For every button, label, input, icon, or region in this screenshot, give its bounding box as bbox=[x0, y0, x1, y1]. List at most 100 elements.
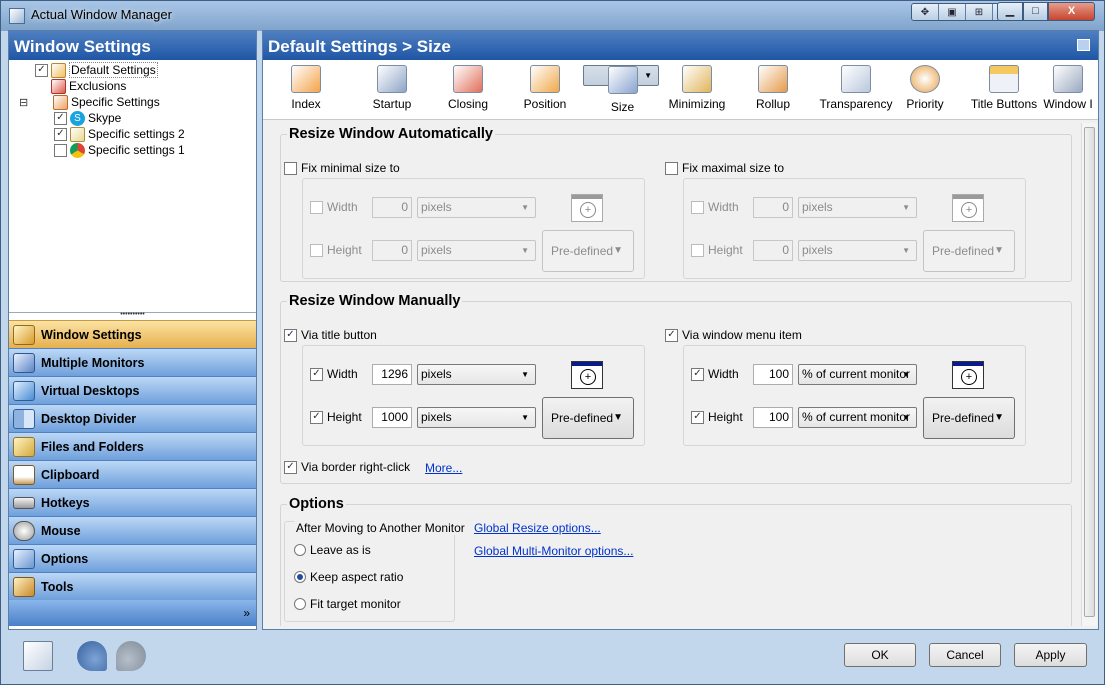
nav-multiple-monitors[interactable]: Multiple Monitors bbox=[9, 348, 256, 376]
fix-min-checkbox[interactable]: Fix minimal size to bbox=[284, 161, 400, 175]
title-width-checkbox[interactable]: ✓ Width bbox=[310, 367, 358, 381]
mouse-icon bbox=[13, 520, 35, 541]
tab-closing[interactable]: Closing bbox=[430, 65, 506, 116]
menu-height-checkbox[interactable]: ✓ Height bbox=[691, 410, 743, 424]
nav-mouse[interactable]: Mouse bbox=[9, 516, 256, 544]
tree-checkbox[interactable] bbox=[54, 143, 67, 157]
max-size-target-icon[interactable]: + bbox=[952, 194, 984, 222]
tab-minimizing[interactable]: Minimizing bbox=[659, 65, 735, 116]
tree-checkbox[interactable]: ✓ bbox=[35, 63, 48, 77]
tab-window-info[interactable]: Window I bbox=[1039, 65, 1097, 116]
panel-splitter[interactable]: •••••••••• bbox=[9, 311, 256, 320]
nav-desktop-divider[interactable]: Desktop Divider bbox=[9, 404, 256, 432]
width-label: Width bbox=[327, 367, 358, 381]
tree-item-default-settings[interactable]: ✓ Default Settings bbox=[35, 62, 158, 78]
tree-item-skype[interactable]: ✓ S Skype bbox=[54, 110, 121, 126]
max-width-input[interactable]: 0 bbox=[753, 197, 793, 218]
title-height-unit-select[interactable]: pixels bbox=[417, 407, 536, 428]
title-size-target-icon[interactable]: + bbox=[571, 361, 603, 389]
border-more-link[interactable]: More... bbox=[425, 461, 462, 475]
maximize-button[interactable]: □ bbox=[1023, 2, 1048, 21]
nav-window-settings[interactable]: Window Settings bbox=[9, 320, 256, 348]
undo-icon[interactable] bbox=[77, 641, 107, 671]
menu-width-checkbox[interactable]: ✓ Width bbox=[691, 367, 739, 381]
menu-size-target-icon[interactable]: + bbox=[952, 361, 984, 389]
min-width-unit-select[interactable]: pixels bbox=[417, 197, 536, 218]
min-predefined-button[interactable]: Pre-defined bbox=[542, 230, 634, 272]
min-size-target-icon[interactable]: + bbox=[571, 194, 603, 222]
radio-leave-as-is[interactable]: Leave as is bbox=[294, 543, 371, 557]
via-menu-item-checkbox[interactable]: ✓ Via window menu item bbox=[665, 328, 802, 342]
max-height-input[interactable]: 0 bbox=[753, 240, 793, 261]
title-height-input[interactable]: 1000 bbox=[372, 407, 412, 428]
radio-keep-aspect-ratio[interactable]: Keep aspect ratio bbox=[294, 570, 403, 584]
menu-width-unit-select[interactable]: % of current monitor bbox=[798, 364, 917, 385]
nav-virtual-desktops[interactable]: Virtual Desktops bbox=[9, 376, 256, 404]
tab-rollup[interactable]: Rollup bbox=[735, 65, 811, 116]
max-width-checkbox[interactable]: Width bbox=[691, 200, 739, 214]
nav-more-button[interactable]: » bbox=[9, 600, 256, 626]
caption-buttons: ▁ □ X bbox=[997, 2, 1095, 21]
tab-position[interactable]: Position bbox=[507, 65, 583, 116]
clipboard-icon bbox=[13, 464, 35, 485]
scrollbar-thumb[interactable] bbox=[1084, 127, 1095, 617]
nav-clipboard[interactable]: Clipboard bbox=[9, 460, 256, 488]
max-height-unit-select[interactable]: pixels bbox=[798, 240, 917, 261]
minimize-button[interactable]: ▁ bbox=[997, 2, 1023, 21]
tab-startup[interactable]: Startup bbox=[354, 65, 430, 116]
close-button[interactable]: X bbox=[1048, 2, 1095, 21]
collapse-icon[interactable]: ⊟ bbox=[19, 96, 33, 109]
minimize-to-tray-icon[interactable]: ▣ bbox=[939, 4, 966, 20]
title-width-unit-select[interactable]: pixels bbox=[417, 364, 536, 385]
content-scrollbar[interactable] bbox=[1081, 123, 1097, 626]
via-border-checkbox[interactable]: ✓ Via border right-click bbox=[284, 460, 410, 474]
menu-predefined-button[interactable]: Pre-defined bbox=[923, 397, 1015, 439]
menu-height-input[interactable]: 100 bbox=[753, 407, 793, 428]
tab-index[interactable]: Index bbox=[268, 65, 344, 116]
min-width-input[interactable]: 0 bbox=[372, 197, 412, 218]
tree-item-specific-settings[interactable]: ⊟ Specific Settings bbox=[19, 94, 160, 110]
redo-icon[interactable] bbox=[116, 641, 146, 671]
min-height-input[interactable]: 0 bbox=[372, 240, 412, 261]
fix-max-checkbox[interactable]: Fix maximal size to bbox=[665, 161, 784, 175]
via-title-button-checkbox[interactable]: ✓ Via title button bbox=[284, 328, 377, 342]
min-width-checkbox[interactable]: Width bbox=[310, 200, 358, 214]
max-width-unit-select[interactable]: pixels bbox=[798, 197, 917, 218]
cancel-button[interactable]: Cancel bbox=[929, 643, 1001, 667]
title-predefined-button[interactable]: Pre-defined bbox=[542, 397, 634, 439]
nav-hotkeys[interactable]: Hotkeys bbox=[9, 488, 256, 516]
tree-item-exclusions[interactable]: Exclusions bbox=[51, 78, 126, 94]
detach-panel-icon[interactable] bbox=[1077, 39, 1090, 51]
apply-button[interactable]: Apply bbox=[1014, 643, 1087, 667]
width-label: Width bbox=[708, 367, 739, 381]
global-resize-options-link[interactable]: Global Resize options... bbox=[474, 521, 601, 535]
nav-files-and-folders[interactable]: Files and Folders bbox=[9, 432, 256, 460]
title-buttons-icon bbox=[989, 65, 1019, 93]
ok-button[interactable]: OK bbox=[844, 643, 916, 667]
nav-label: Virtual Desktops bbox=[41, 383, 140, 398]
min-height-unit-select[interactable]: pixels bbox=[417, 240, 536, 261]
title-width-input[interactable]: 1296 bbox=[372, 364, 412, 385]
tab-size[interactable]: Size bbox=[583, 65, 659, 114]
tab-priority[interactable]: Priority bbox=[887, 65, 963, 116]
nav-tools[interactable]: Tools bbox=[9, 572, 256, 600]
max-height-checkbox[interactable]: Height bbox=[691, 243, 743, 257]
min-height-checkbox[interactable]: Height bbox=[310, 243, 362, 257]
title-bar[interactable]: Actual Window Manager ✥ ▣ ⊞ ⊡ ▁ □ X bbox=[1, 1, 1104, 29]
menu-width-input[interactable]: 100 bbox=[753, 364, 793, 385]
radio-fit-target-monitor[interactable]: Fit target monitor bbox=[294, 597, 401, 611]
nav-options[interactable]: Options bbox=[9, 544, 256, 572]
stay-on-top-icon[interactable]: ⊞ bbox=[966, 4, 993, 20]
tree-checkbox[interactable]: ✓ bbox=[54, 127, 67, 141]
help-icon[interactable] bbox=[23, 641, 53, 671]
global-multi-monitor-options-link[interactable]: Global Multi-Monitor options... bbox=[474, 544, 633, 558]
after-moving-title: After Moving to Another Monitor bbox=[294, 521, 467, 535]
tree-item-specific-settings-2[interactable]: ✓ Specific settings 2 bbox=[54, 126, 185, 142]
move-icon[interactable]: ✥ bbox=[912, 4, 939, 20]
menu-height-unit-select[interactable]: % of current monitor bbox=[798, 407, 917, 428]
tree-item-specific-settings-1[interactable]: Specific settings 1 bbox=[54, 142, 185, 158]
max-predefined-button[interactable]: Pre-defined bbox=[923, 230, 1015, 272]
tab-title-buttons[interactable]: Title Buttons bbox=[963, 65, 1045, 116]
title-height-checkbox[interactable]: ✓ Height bbox=[310, 410, 362, 424]
tree-checkbox[interactable]: ✓ bbox=[54, 111, 67, 125]
